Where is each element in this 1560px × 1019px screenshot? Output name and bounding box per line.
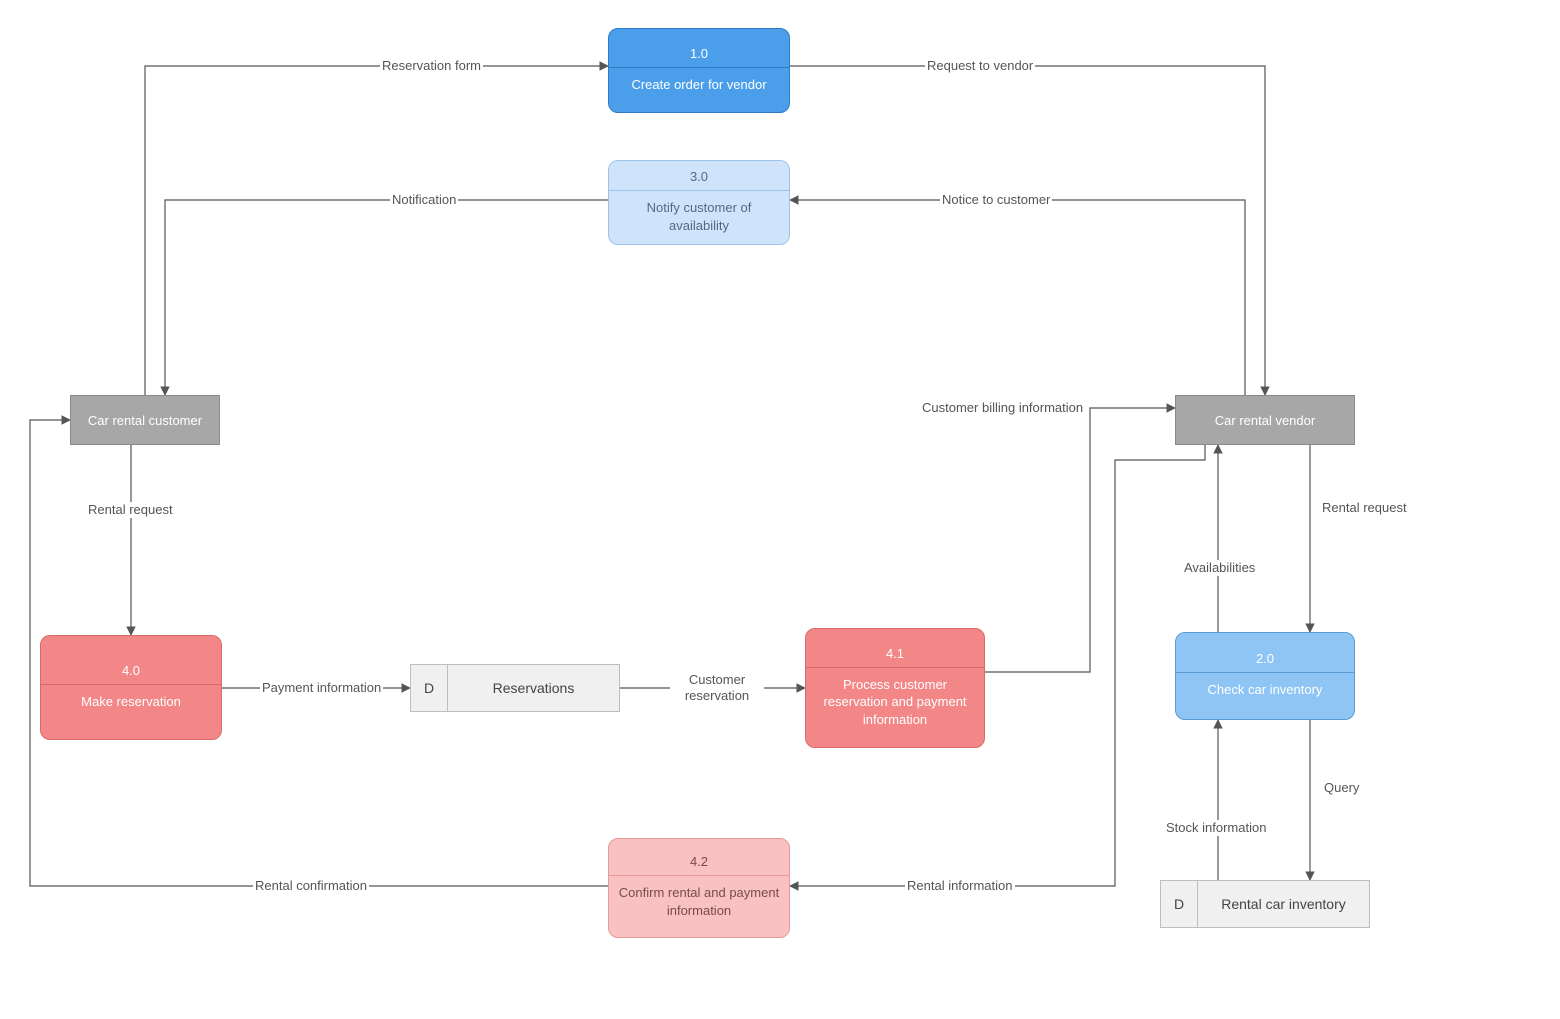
process-id-4-1: 4.1 <box>805 640 985 668</box>
flow-rental-request-vendor: Rental request <box>1320 500 1409 516</box>
flow-customer-reservation: Customer reservation <box>670 672 764 705</box>
flow-request-to-vendor: Request to vendor <box>925 58 1035 74</box>
flow-rental-request-customer: Rental request <box>86 502 175 518</box>
datastore-inventory-label: Rental car inventory <box>1198 881 1369 927</box>
process-id-2-0: 2.0 <box>1175 645 1355 673</box>
flow-notice-to-customer: Notice to customer <box>940 192 1052 208</box>
flow-customer-billing-info: Customer billing information <box>920 400 1085 416</box>
process-label-4-0: Make reservation <box>73 685 189 719</box>
flow-payment-information: Payment information <box>260 680 383 696</box>
process-label-2-0: Check car inventory <box>1200 673 1331 707</box>
flow-query: Query <box>1322 780 1361 796</box>
process-label-1-0: Create order for vendor <box>623 68 774 102</box>
entity-customer[interactable]: Car rental customer <box>70 395 220 445</box>
process-label-3-0: Notify customer of availability <box>609 191 789 242</box>
flow-stock-information: Stock information <box>1164 820 1268 836</box>
process-4-0[interactable]: 4.0 Make reservation <box>40 635 222 740</box>
flow-reservation-form: Reservation form <box>380 58 483 74</box>
flow-rental-confirmation: Rental confirmation <box>253 878 369 894</box>
datastore-inventory-id: D <box>1161 881 1198 927</box>
process-id-3-0: 3.0 <box>608 163 790 191</box>
process-2-0[interactable]: 2.0 Check car inventory <box>1175 632 1355 720</box>
process-1-0[interactable]: 1.0 Create order for vendor <box>608 28 790 113</box>
dfd-canvas: { "diagram_title": "Car Rental Data Flow… <box>0 0 1560 1019</box>
process-id-4-2: 4.2 <box>608 848 790 876</box>
entity-customer-label: Car rental customer <box>88 413 202 428</box>
flow-rental-information: Rental information <box>905 878 1015 894</box>
entity-vendor-label: Car rental vendor <box>1215 413 1315 428</box>
process-label-4-2: Confirm rental and payment information <box>609 876 789 927</box>
process-4-1[interactable]: 4.1 Process customer reservation and pay… <box>805 628 985 748</box>
datastore-reservations-id: D <box>411 665 448 711</box>
process-label-4-1: Process customer reservation and payment… <box>806 668 984 737</box>
datastore-reservations[interactable]: D Reservations <box>410 664 620 712</box>
process-3-0[interactable]: 3.0 Notify customer of availability <box>608 160 790 245</box>
process-4-2[interactable]: 4.2 Confirm rental and payment informati… <box>608 838 790 938</box>
entity-vendor[interactable]: Car rental vendor <box>1175 395 1355 445</box>
process-id-4-0: 4.0 <box>40 657 222 685</box>
flow-notification: Notification <box>390 192 458 208</box>
datastore-reservations-label: Reservations <box>448 665 619 711</box>
datastore-inventory[interactable]: D Rental car inventory <box>1160 880 1370 928</box>
flow-availabilities: Availabilities <box>1182 560 1257 576</box>
process-id-1-0: 1.0 <box>608 40 790 68</box>
